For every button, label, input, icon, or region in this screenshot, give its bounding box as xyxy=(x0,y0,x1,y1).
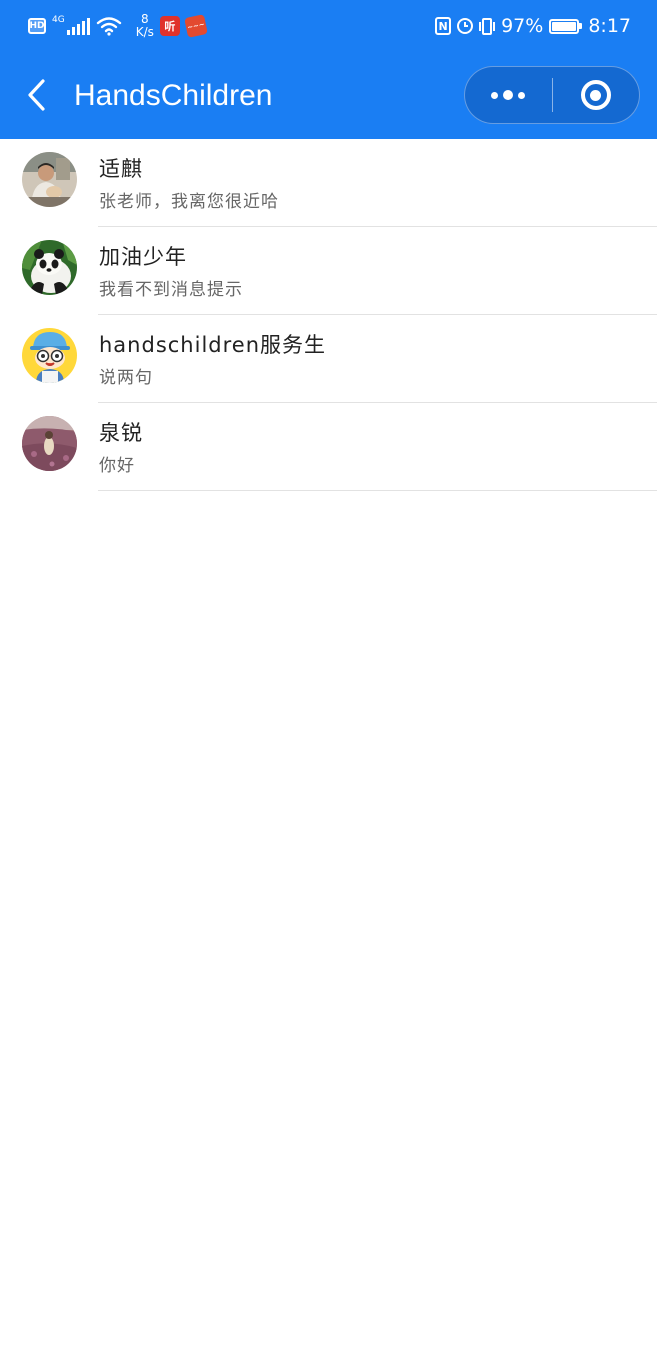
chat-preview: 张老师，我离您很近哈 xyxy=(99,192,279,212)
chat-list-item[interactable]: 适麒 张老师，我离您很近哈 xyxy=(0,139,657,227)
chat-name: handschildren服务生 xyxy=(99,333,327,357)
wifi-icon xyxy=(96,17,121,36)
music-app-icon: ~~~ xyxy=(184,14,208,38)
more-button[interactable] xyxy=(465,67,552,123)
chat-list: 适麒 张老师，我离您很近哈 加油少年 我看不到消息提示 handschildre… xyxy=(0,139,657,491)
status-right-group: N 97% 8:17 xyxy=(435,10,631,42)
network-speed-unit: K/s xyxy=(135,25,154,39)
more-dot xyxy=(518,91,526,99)
chat-name: 加油少年 xyxy=(99,245,187,269)
chat-preview: 你好 xyxy=(99,456,135,476)
clock-time: 8:17 xyxy=(588,15,631,37)
chevron-left-icon xyxy=(28,79,45,111)
chat-list-item[interactable]: 泉锐 你好 xyxy=(0,403,657,491)
more-dot xyxy=(491,91,499,99)
nfc-icon: N xyxy=(435,17,452,35)
target-icon xyxy=(580,80,611,110)
chat-preview: 我看不到消息提示 xyxy=(99,280,243,300)
chat-preview: 说两句 xyxy=(99,368,153,388)
flower-field-avatar xyxy=(22,416,77,471)
back-button[interactable] xyxy=(14,72,58,118)
chat-name: 适麒 xyxy=(99,157,143,181)
signal-icon xyxy=(66,17,90,35)
title-bar: HandsChildren xyxy=(0,52,657,139)
listen-app-icon: 听 xyxy=(159,16,180,36)
cartoon-boy-avatar xyxy=(22,328,77,383)
status-bar: HD 4G 8 K/s 听 ~~~ N 97% 8:17 xyxy=(0,0,657,52)
vibrate-icon xyxy=(479,17,496,35)
battery-icon xyxy=(549,18,583,34)
status-left-group: HD 4G 8 K/s 听 ~~~ xyxy=(28,10,208,42)
network-speed: 8 K/s xyxy=(136,13,154,39)
chat-list-item[interactable]: 加油少年 我看不到消息提示 xyxy=(0,227,657,315)
chat-list-item[interactable]: handschildren服务生 说两句 xyxy=(0,315,657,403)
more-dot xyxy=(503,90,514,100)
panda-avatar xyxy=(22,240,77,295)
hd-badge: HD xyxy=(28,18,46,34)
close-mini-program-button[interactable] xyxy=(553,67,640,123)
chat-name: 泉锐 xyxy=(99,421,143,445)
man-avatar xyxy=(22,152,77,207)
page-title: HandsChildren xyxy=(74,79,273,112)
mini-program-capsule xyxy=(464,66,640,124)
battery-percent: 97% xyxy=(501,15,544,37)
divider xyxy=(98,490,657,491)
battery-fill xyxy=(552,21,576,31)
top-bar: HD 4G 8 K/s 听 ~~~ N 97% 8:17 HandsChildr… xyxy=(0,0,657,139)
alarm-icon xyxy=(457,18,474,34)
network-type-label: 4G xyxy=(52,15,65,25)
